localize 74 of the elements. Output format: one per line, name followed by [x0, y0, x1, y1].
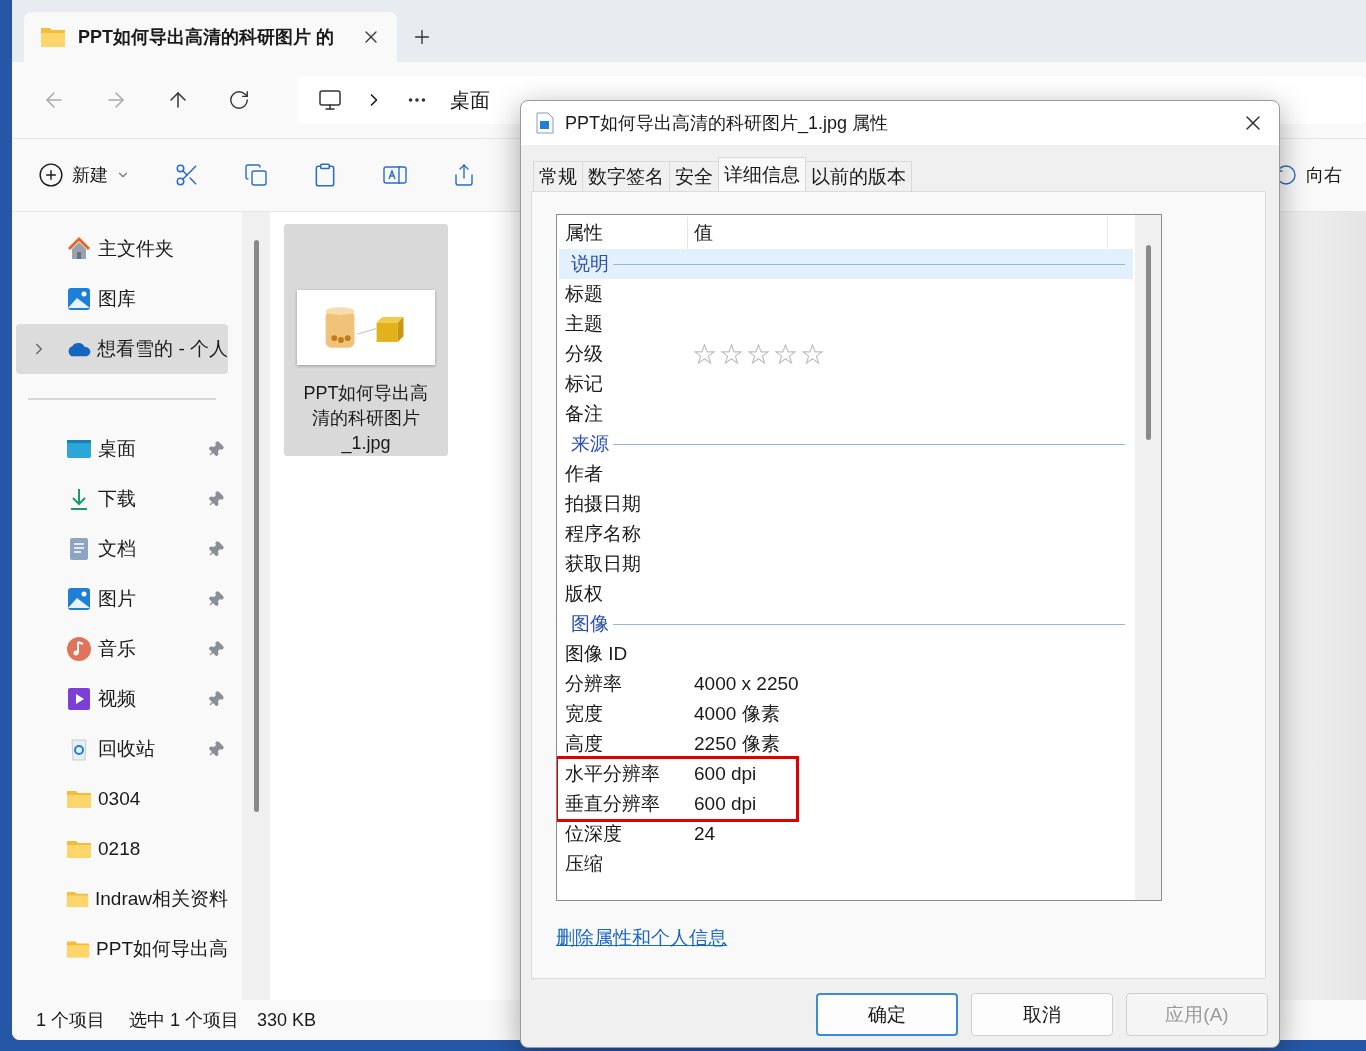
section-header[interactable]: 图像	[559, 609, 1133, 639]
copy-icon[interactable]	[244, 163, 268, 187]
sidebar-item[interactable]: 主文件夹	[16, 224, 228, 274]
item-count: 1 个项目	[36, 1009, 105, 1032]
property-name: 备注	[564, 402, 604, 426]
video-icon	[66, 686, 92, 712]
sidebar-item[interactable]: 0218	[16, 824, 228, 874]
property-name: 作者	[564, 462, 604, 486]
dialog-button[interactable]: 确定	[816, 993, 958, 1036]
property-value: 4000 x 2250	[693, 673, 799, 695]
property-name: 垂直分辨率	[564, 792, 661, 816]
property-value: 600 dpi	[693, 793, 757, 815]
property-name: 位深度	[564, 822, 623, 846]
picture-icon	[66, 586, 92, 612]
property-name: 分辨率	[564, 672, 623, 696]
property-value: 4000 像素	[693, 702, 780, 726]
file-item[interactable]: PPT如何导出高清的科研图片_1.jpg	[284, 224, 448, 456]
sidebar-item[interactable]: 视频	[16, 674, 228, 724]
plus-icon	[38, 162, 64, 188]
property-value: 24	[693, 823, 716, 845]
scrollbar-thumb[interactable]	[1145, 245, 1151, 440]
sidebar-item[interactable]: 桌面	[16, 424, 228, 474]
selection-size: 330 KB	[257, 1009, 317, 1031]
home-icon	[66, 236, 92, 262]
folder-icon	[40, 26, 66, 48]
sidebar-item[interactable]: Indraw相关资料	[16, 874, 228, 924]
property-name: 水平分辨率	[564, 762, 661, 786]
property-value: 600 dpi	[693, 763, 757, 785]
property-name: 高度	[564, 732, 604, 756]
sidebar-item[interactable]: 回收站	[16, 724, 228, 774]
property-value: 2250 像素	[693, 732, 780, 756]
sidebar-item[interactable]: 图库	[16, 274, 228, 324]
dialog-tab[interactable]: 以前的版本	[805, 161, 912, 191]
refresh-icon[interactable]	[228, 89, 250, 111]
share-icon[interactable]	[452, 163, 476, 187]
sidebar-item[interactable]: 图片	[16, 574, 228, 624]
music-icon	[66, 636, 92, 662]
dialog-tab[interactable]: 详细信息	[718, 157, 806, 191]
picture-icon	[66, 286, 92, 312]
property-name: 获取日期	[564, 552, 642, 576]
dialog-button[interactable]: 取消	[971, 993, 1113, 1036]
star-icon[interactable]	[748, 344, 769, 364]
property-name: 压缩	[564, 852, 604, 876]
monitor-icon[interactable]	[318, 88, 342, 112]
remove-properties-link[interactable]: 删除属性和个人信息	[556, 925, 727, 951]
sidebar-item[interactable]: 音乐	[16, 624, 228, 674]
star-icon[interactable]	[802, 344, 823, 364]
section-header[interactable]: 来源	[559, 429, 1133, 459]
sidebar-item[interactable]: 下载	[16, 474, 228, 524]
property-name: 版权	[564, 582, 604, 606]
image-file-icon	[535, 112, 555, 134]
property-name: 宽度	[564, 702, 604, 726]
star-icon[interactable]	[694, 344, 715, 364]
sidebar-item[interactable]: 想看雪的 - 个人	[16, 324, 228, 374]
sidebar-item[interactable]: PPT如何导出高	[16, 924, 228, 974]
new-button[interactable]: 新建	[38, 162, 130, 188]
scrollbar-thumb[interactable]	[253, 240, 259, 812]
star-icon[interactable]	[721, 344, 742, 364]
sidebar-item[interactable]: 文档	[16, 524, 228, 574]
section-header[interactable]: 说明	[559, 249, 1133, 279]
property-name: 程序名称	[564, 522, 642, 546]
breadcrumb-item[interactable]: 桌面	[450, 86, 490, 114]
sidebar-item[interactable]: 0304	[16, 774, 228, 824]
dialog-title: PPT如何导出高清的科研图片_1.jpg 属性	[565, 112, 890, 135]
star-icon[interactable]	[775, 344, 796, 364]
property-name: 标题	[564, 282, 604, 306]
browser-tab[interactable]: PPT如何导出高清的科研图片 的	[24, 12, 397, 62]
selection-info: 选中 1 个项目	[129, 1009, 240, 1032]
property-name: 标记	[564, 372, 604, 396]
property-name: 主题	[564, 312, 604, 336]
dialog-tab[interactable]: 常规	[533, 161, 583, 191]
property-name: 分级	[564, 342, 604, 366]
property-name: 图像 ID	[564, 642, 629, 666]
property-name: 拍摄日期	[564, 492, 642, 516]
